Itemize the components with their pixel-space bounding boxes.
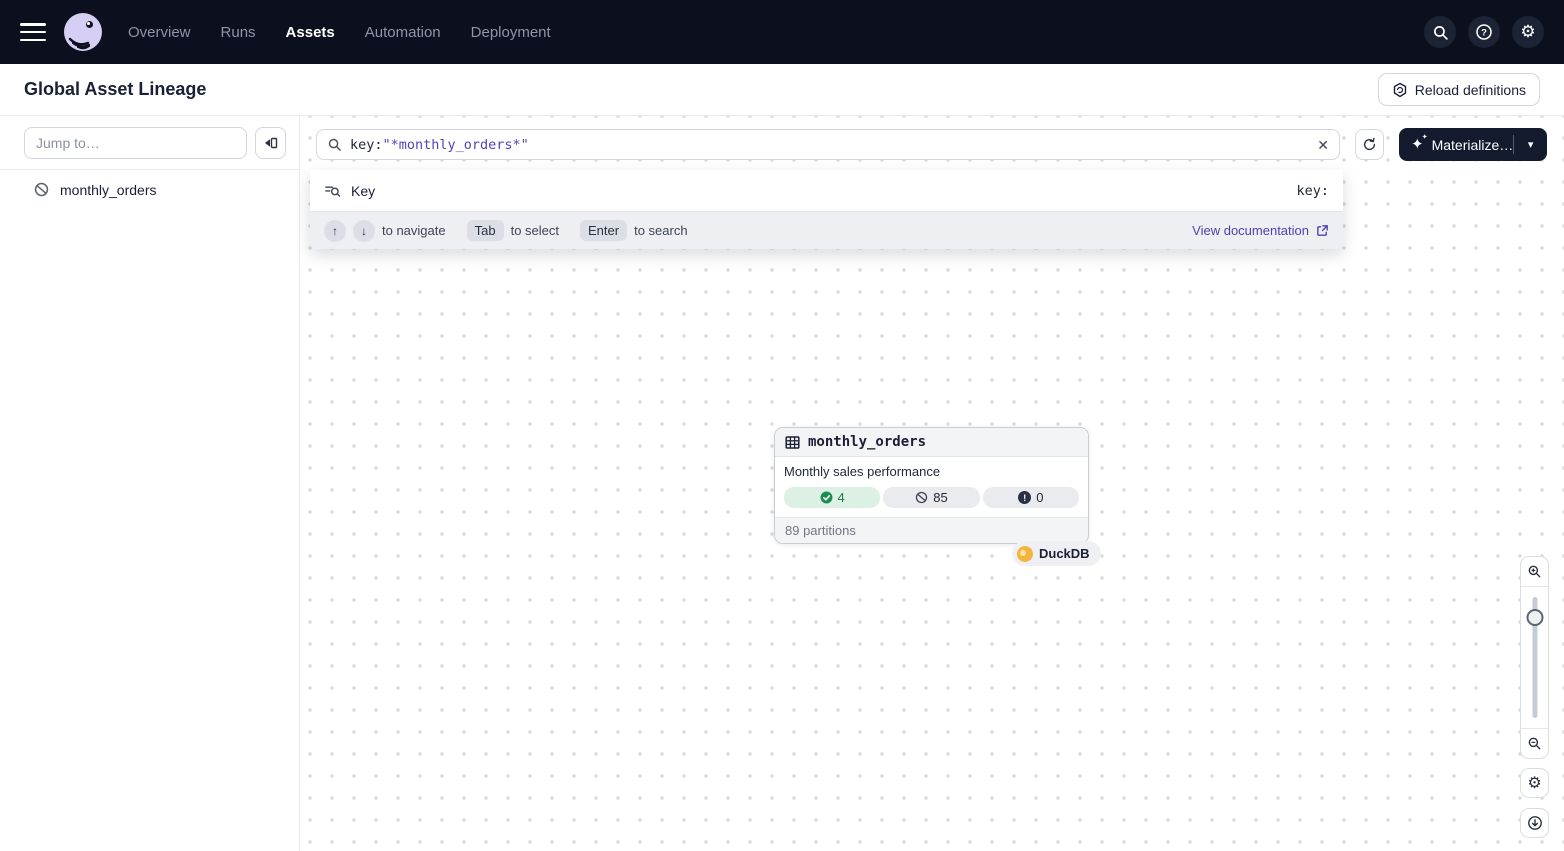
asset-search-input[interactable]: key:"*monthly_orders*" ✕ xyxy=(316,129,1340,160)
materialized-partitions-pill[interactable]: 4 xyxy=(784,487,880,508)
page-header: Global Asset Lineage Reload definitions xyxy=(0,64,1564,116)
code-location-icon xyxy=(1392,82,1408,98)
hamburger-menu-icon[interactable] xyxy=(20,23,46,41)
sidebar-jump-row xyxy=(0,116,299,170)
reload-definitions-label: Reload definitions xyxy=(1415,82,1526,98)
missing-partitions-pill[interactable]: 85 xyxy=(883,487,979,508)
check-circle-icon xyxy=(820,491,833,504)
search-icon xyxy=(327,137,342,152)
zoom-out-icon xyxy=(1527,736,1542,751)
nav-item-deployment[interactable]: Deployment xyxy=(471,24,551,41)
nav-item-automation[interactable]: Automation xyxy=(365,24,441,41)
sidebar-asset-label: monthly_orders xyxy=(60,182,157,198)
main-nav-links: Overview Runs Assets Automation Deployme… xyxy=(128,24,551,41)
arrow-down-key-icon: ↓ xyxy=(353,220,375,242)
failed-partitions-pill[interactable]: ! 0 xyxy=(983,487,1079,508)
arrow-up-key-icon: ↑ xyxy=(324,220,346,242)
chevron-down-icon: ▾ xyxy=(1528,138,1534,151)
navigate-hint: to navigate xyxy=(382,223,446,238)
view-documentation-link[interactable]: View documentation xyxy=(1192,223,1329,238)
search-query-value: "*monthly_orders*" xyxy=(383,137,529,153)
materialize-split-button: ✦ Materialize… ▾ xyxy=(1399,128,1547,161)
refresh-graph-button[interactable] xyxy=(1355,129,1384,160)
collapse-panel-button[interactable] xyxy=(255,127,286,159)
dagster-logo[interactable] xyxy=(64,13,102,51)
settings-gear-icon[interactable]: ⚙ xyxy=(1512,16,1544,48)
top-nav-actions: ? ⚙ xyxy=(1424,16,1544,48)
external-link-icon xyxy=(1316,224,1329,237)
asset-node-description: Monthly sales performance xyxy=(784,464,1079,479)
nav-item-assets[interactable]: Assets xyxy=(286,24,335,41)
select-hint: to select xyxy=(511,223,559,238)
suggestion-label: Key xyxy=(351,183,375,199)
reload-definitions-button[interactable]: Reload definitions xyxy=(1378,73,1540,106)
search-hint: to search xyxy=(634,223,687,238)
svg-text:?: ? xyxy=(1481,27,1487,38)
asset-node-name: monthly_orders xyxy=(808,434,926,450)
zoom-in-button[interactable] xyxy=(1521,557,1548,587)
partitions-count-label: 89 partitions xyxy=(785,523,856,538)
sidebar-item-monthly-orders[interactable]: monthly_orders xyxy=(0,170,299,209)
duckdb-icon xyxy=(1017,546,1033,562)
jump-to-input[interactable] xyxy=(24,127,247,159)
table-icon xyxy=(785,435,800,450)
help-icon[interactable]: ? xyxy=(1468,16,1500,48)
clear-search-icon[interactable]: ✕ xyxy=(1317,138,1329,152)
enter-key-badge: Enter xyxy=(580,220,627,241)
zoom-out-button[interactable] xyxy=(1521,728,1548,758)
search-query-prefix: key: xyxy=(350,137,383,153)
logo-eye xyxy=(86,21,93,28)
failed-count: 0 xyxy=(1036,490,1043,505)
top-nav-bar: Overview Runs Assets Automation Deployme… xyxy=(0,0,1564,64)
content-area: monthly_orders key:"*monthly_orders*" ✕ xyxy=(0,116,1564,851)
lineage-canvas[interactable]: key:"*monthly_orders*" ✕ ✦ Materialize… … xyxy=(300,116,1564,851)
kind-tag-duckdb[interactable]: DuckDB xyxy=(1012,541,1101,566)
slashed-circle-icon xyxy=(915,491,928,504)
nav-item-overview[interactable]: Overview xyxy=(128,24,191,41)
suggestion-row-key[interactable]: Key key: xyxy=(310,170,1343,211)
zoom-control-panel xyxy=(1520,556,1549,759)
tab-key-badge: Tab xyxy=(467,220,504,241)
asset-node-monthly-orders[interactable]: monthly_orders Monthly sales performance… xyxy=(774,427,1089,544)
refresh-icon xyxy=(1362,137,1377,152)
collapse-panel-icon xyxy=(263,136,279,150)
sparkles-icon: ✦ xyxy=(1411,137,1424,152)
search-icon[interactable] xyxy=(1424,16,1456,48)
zoom-in-icon xyxy=(1527,564,1542,579)
asset-changed-icon xyxy=(33,181,50,198)
lineage-sidebar: monthly_orders xyxy=(0,116,300,851)
graph-settings-button[interactable]: ⚙ xyxy=(1520,768,1549,798)
dropdown-footer: ↑ ↓ to navigate Tab to select Enter to s… xyxy=(310,211,1343,249)
missing-count: 85 xyxy=(933,490,947,505)
materialized-count: 4 xyxy=(838,490,845,505)
view-documentation-label: View documentation xyxy=(1192,223,1309,238)
zoom-slider-thumb[interactable] xyxy=(1526,609,1543,626)
global-asset-lineage-page: Overview Runs Assets Automation Deployme… xyxy=(0,0,1564,851)
materialize-dropdown-button[interactable]: ▾ xyxy=(1514,128,1547,161)
page-title: Global Asset Lineage xyxy=(24,79,206,100)
materialize-label: Materialize… xyxy=(1432,137,1514,153)
recenter-icon xyxy=(1527,815,1543,831)
asset-node-header[interactable]: monthly_orders xyxy=(775,428,1088,457)
asset-node-body: Monthly sales performance 4 xyxy=(775,457,1088,517)
partition-status-pills: 4 85 ! 0 xyxy=(784,487,1079,508)
zoom-slider[interactable] xyxy=(1521,587,1548,728)
filter-search-icon xyxy=(324,183,341,198)
search-suggestions-dropdown: Key key: ↑ ↓ to navigate Tab to select E… xyxy=(310,170,1343,249)
recenter-graph-button[interactable] xyxy=(1520,808,1549,838)
duckdb-label: DuckDB xyxy=(1039,546,1090,561)
gear-icon: ⚙ xyxy=(1527,773,1541,793)
nav-item-runs[interactable]: Runs xyxy=(221,24,256,41)
suggestion-syntax-hint: key: xyxy=(1296,183,1329,199)
asset-node-footer: 89 partitions xyxy=(775,517,1088,543)
exclamation-circle-icon: ! xyxy=(1018,491,1031,504)
materialize-button[interactable]: ✦ Materialize… xyxy=(1399,128,1513,161)
